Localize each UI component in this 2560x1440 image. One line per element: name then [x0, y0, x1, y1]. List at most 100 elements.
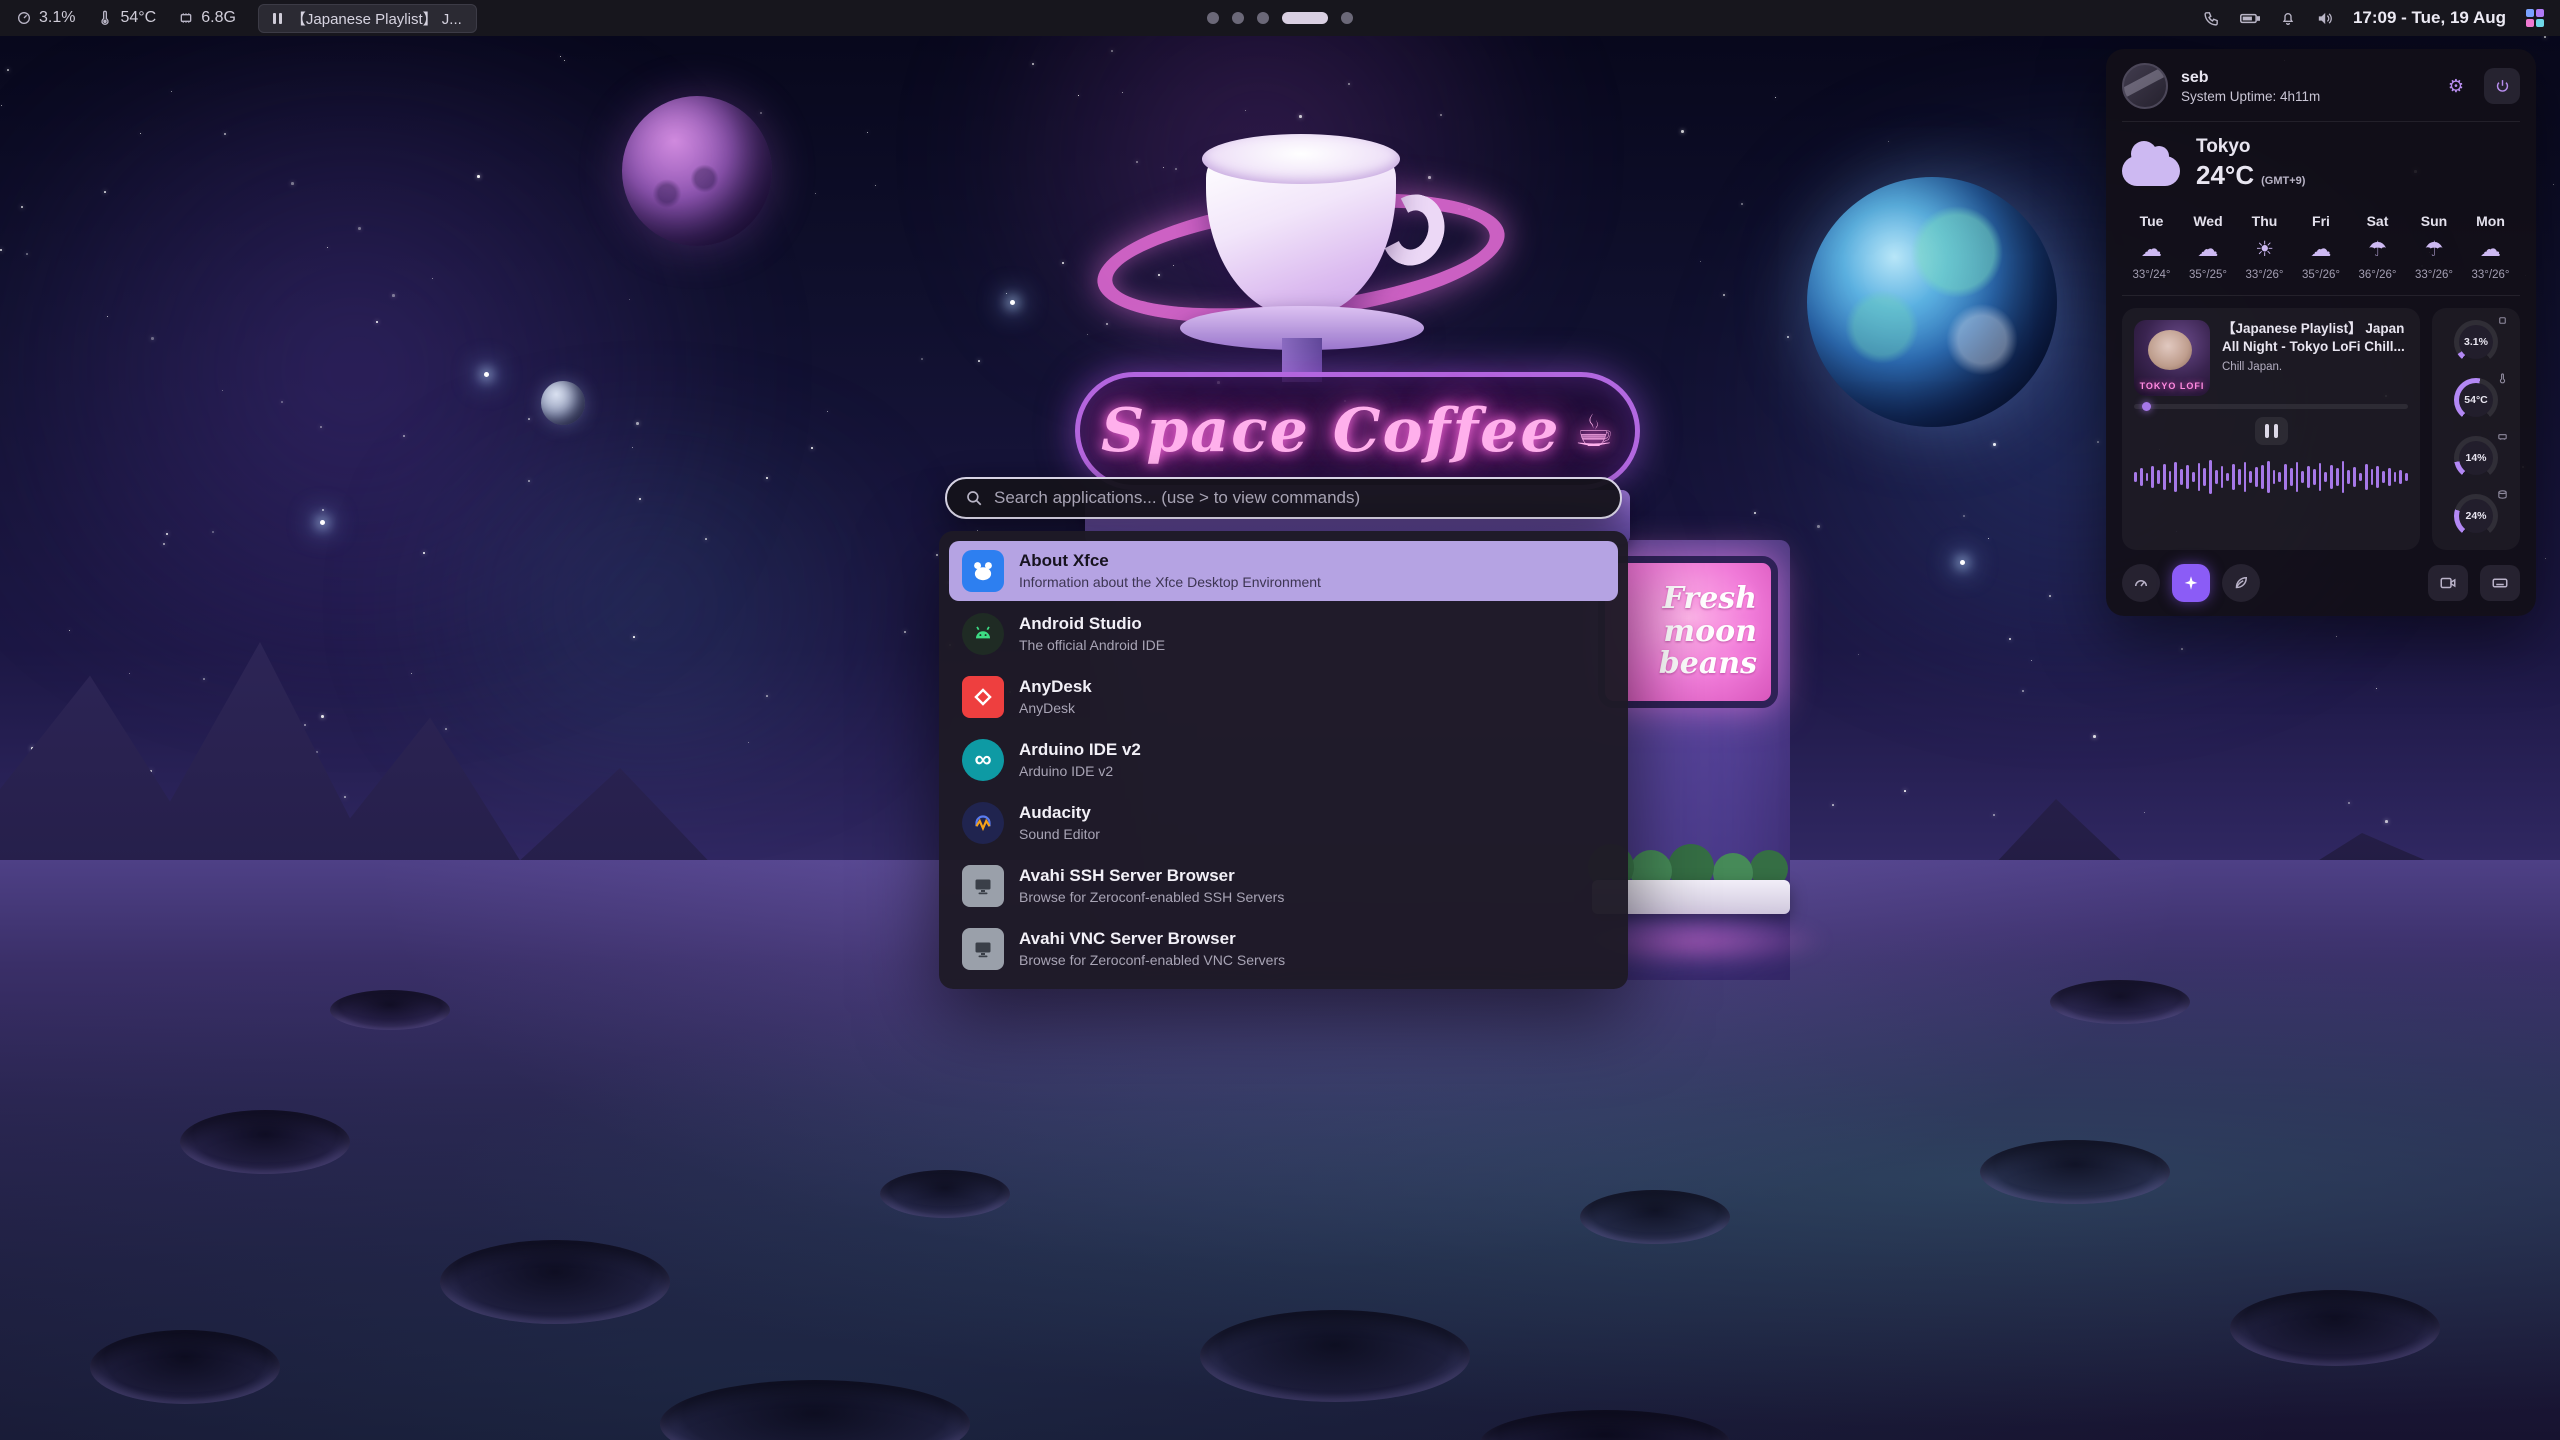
app-launcher: About Xfce Information about the Xfce De… [939, 477, 1628, 989]
thermometer-icon [2497, 373, 2508, 384]
forecast-row: Tue ☁ 33°/24° Wed ☁ 35°/25° Thu ☀ 33°/26… [2122, 207, 2520, 296]
app-subtitle: The official Android IDE [1019, 637, 1165, 654]
waveform [2134, 453, 2408, 501]
phone-link-icon[interactable] [2203, 10, 2220, 27]
app-title: Arduino IDE v2 [1019, 740, 1141, 760]
xfce-icon [962, 550, 1004, 592]
bright-star [484, 372, 489, 377]
bright-star [1960, 560, 1965, 565]
app-subtitle: Arduino IDE v2 [1019, 763, 1141, 780]
app-title: Android Studio [1019, 614, 1165, 634]
app-title: About Xfce [1019, 551, 1321, 571]
media-progress-handle[interactable] [2142, 402, 2151, 411]
cafe-window-text: beans [1659, 648, 1757, 680]
weather-temperature: 24°C [2196, 160, 2254, 191]
forecast-temps: 33°/26° [2472, 269, 2510, 281]
thermometer-icon [97, 10, 113, 26]
power-icon[interactable] [2484, 68, 2520, 104]
app-title: Avahi VNC Server Browser [1019, 929, 1285, 949]
app-row-arduino[interactable]: ∞ Arduino IDE v2 Arduino IDE v2 [949, 730, 1618, 790]
cpu-gauge: 3.1% [2448, 318, 2504, 366]
temperature-gauge-value: 54°C [2464, 394, 2487, 406]
workspace-indicator [1207, 0, 1353, 36]
app-title: Avahi SSH Server Browser [1019, 866, 1284, 886]
forecast-day: Sat [2367, 213, 2389, 229]
anydesk-icon [962, 676, 1004, 718]
keyboard-button[interactable] [2480, 565, 2520, 601]
cpu-stat: 3.1% [16, 9, 75, 27]
balanced-mode-button[interactable] [2172, 564, 2210, 602]
forecast-column: Tue ☁ 33°/24° [2124, 213, 2179, 281]
volume-icon[interactable] [2316, 10, 2333, 27]
album-art-text: TOKYO LOFI [2134, 381, 2210, 391]
forecast-temps: 33°/26° [2246, 269, 2284, 281]
workspace-dot[interactable] [1232, 12, 1244, 24]
media-player-widget: TOKYO LOFI 【Japanese Playlist】 Japan All… [2122, 308, 2420, 550]
battery-icon[interactable] [2240, 11, 2260, 26]
forecast-column: Wed ☁ 35°/25° [2181, 213, 2236, 281]
settings-gear-icon[interactable]: ⚙ [2438, 68, 2474, 104]
search-input[interactable] [994, 488, 1602, 508]
memory-gauge: 14% [2448, 434, 2504, 482]
forecast-temps: 36°/26° [2359, 269, 2397, 281]
album-art: TOKYO LOFI [2134, 320, 2210, 396]
forecast-day: Wed [2193, 213, 2222, 229]
workspace-dot[interactable] [1207, 12, 1219, 24]
media-progress-bar[interactable] [2134, 404, 2408, 409]
weather-city: Tokyo [2196, 136, 2305, 158]
app-row-anydesk[interactable]: AnyDesk AnyDesk [949, 667, 1618, 727]
space-coffee-sign: Space Coffee ☕ [1075, 372, 1640, 490]
app-subtitle: Sound Editor [1019, 826, 1100, 843]
cafe-window-text: moon [1663, 616, 1757, 648]
temperature-value: 54°C [120, 9, 156, 27]
app-row-audacity[interactable]: Audacity Sound Editor [949, 793, 1618, 853]
app-row-avahi-vnc[interactable]: Avahi VNC Server Browser Browse for Zero… [949, 919, 1618, 979]
app-title: Audacity [1019, 803, 1100, 823]
temperature-stat: 54°C [97, 9, 156, 27]
search-icon [965, 489, 983, 507]
now-playing-pill[interactable]: 【Japanese Playlist】 J... [258, 4, 477, 33]
forecast-weather-icon: ☁ [2480, 237, 2501, 261]
app-row-avahi-ssh[interactable]: Avahi SSH Server Browser Browse for Zero… [949, 856, 1618, 916]
screen-record-button[interactable] [2428, 565, 2468, 601]
forecast-day: Tue [2140, 213, 2164, 229]
avatar [2122, 63, 2168, 109]
memory-stat: 6.8G [178, 9, 236, 27]
performance-mode-button[interactable] [2122, 564, 2160, 602]
workspace-dot[interactable] [1282, 12, 1328, 24]
coffee-cup-icon: ☕ [1575, 406, 1614, 457]
quick-actions-row [2122, 562, 2520, 602]
clock[interactable]: 17:09 - Tue, 19 Aug [2353, 8, 2506, 28]
app-subtitle: Browse for Zeroconf-enabled SSH Servers [1019, 889, 1284, 906]
app-row-android-studio[interactable]: Android Studio The official Android IDE [949, 604, 1618, 664]
audacity-icon [962, 802, 1004, 844]
workspace-dot[interactable] [1341, 12, 1353, 24]
user-card: seb System Uptime: 4h11m ⚙ [2122, 63, 2520, 122]
forecast-column: Sat ☂ 36°/26° [2350, 213, 2405, 281]
launcher-search-bar[interactable] [945, 477, 1622, 519]
eco-mode-button[interactable] [2222, 564, 2260, 602]
workspace-dot[interactable] [1257, 12, 1269, 24]
memory-gauge-value: 14% [2465, 452, 2486, 464]
app-grid-icon[interactable] [2526, 9, 2544, 27]
forecast-temps: 33°/26° [2415, 269, 2453, 281]
bright-star [320, 520, 325, 525]
forecast-weather-icon: ☂ [2368, 237, 2387, 261]
weather-widget: Tokyo 24°C (GMT+9) [2122, 134, 2520, 195]
forecast-weather-icon: ☁ [2311, 237, 2332, 261]
now-playing-label: 【Japanese Playlist】 J... [291, 8, 462, 29]
cafe-window-text: Fresh [1663, 583, 1757, 615]
disk-gauge: 24% [2448, 492, 2504, 540]
arduino-icon: ∞ [962, 739, 1004, 781]
avahi-ssh-icon [962, 865, 1004, 907]
pause-button[interactable] [2255, 417, 2288, 445]
avahi-vnc-icon [962, 928, 1004, 970]
app-row-about-xfce[interactable]: About Xfce Information about the Xfce De… [949, 541, 1618, 601]
cpu-icon [2497, 315, 2508, 326]
notifications-bell-icon[interactable] [2280, 10, 2296, 26]
purple-planet [622, 96, 772, 246]
forecast-temps: 35°/25° [2189, 269, 2227, 281]
track-title: 【Japanese Playlist】 Japan All Night - To… [2222, 320, 2408, 356]
disk-gauge-value: 24% [2465, 510, 2486, 522]
app-title: AnyDesk [1019, 677, 1092, 697]
